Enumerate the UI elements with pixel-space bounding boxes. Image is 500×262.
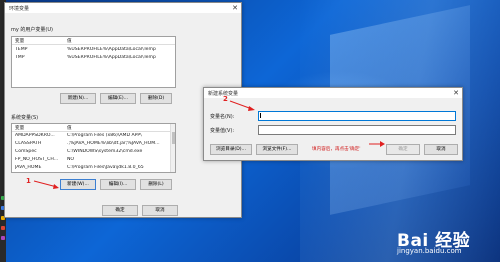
variable-name-input[interactable] [258, 111, 456, 121]
system-delete-button[interactable]: 删除(L) [140, 179, 172, 190]
annotation-arrow-icon [369, 141, 385, 147]
user-edit-button[interactable]: 编辑(E)... [100, 93, 136, 104]
scrollbar[interactable] [170, 124, 175, 172]
table-row[interactable]: TEMP %USERPROFILE%\AppData\Local\Temp [12, 47, 175, 54]
column-header-name: 变量 [15, 126, 25, 131]
var-name: TEMP [15, 47, 28, 52]
taskbar-app-icon[interactable] [1, 226, 5, 230]
annotation-arrow-icon [33, 180, 59, 189]
text-caret [260, 113, 261, 118]
annotation-arrow-icon [229, 100, 255, 111]
var-name: AMDAPPSDKRO... [15, 133, 55, 138]
list-header: 变量 值 [12, 37, 175, 45]
annotation-step-1: 1 [26, 177, 31, 185]
dialog-titlebar[interactable]: 新建系统变量 ✕ [204, 88, 462, 98]
dialog-ok-button[interactable]: 确定 [386, 144, 420, 155]
browse-file-button[interactable]: 浏览文件(F)... [256, 144, 298, 155]
table-row[interactable]: CLASSPATH .;%JAVA_HOME%\lib\dt.jar;%JAVA… [12, 141, 175, 148]
var-name: CLASSPATH [15, 141, 42, 146]
table-row[interactable]: ComSpec C:\WINDOWS\system32\cmd.exe [12, 149, 175, 156]
close-icon[interactable]: ✕ [453, 89, 459, 97]
column-header-value: 值 [67, 126, 72, 131]
variable-name-label: 变量名(N): [210, 114, 235, 120]
var-value: .;%JAVA_HOME%\lib\dt.jar;%JAVA_HOM... [67, 141, 160, 146]
hint-text: 填内容后，再点击'确定' [312, 147, 361, 152]
var-value: C:\WINDOWS\system32\cmd.exe [67, 149, 143, 154]
close-icon[interactable]: ✕ [232, 4, 238, 12]
dialog-cancel-button[interactable]: 取消 [424, 144, 458, 155]
table-row[interactable]: FP_NO_HOST_CH... NO [12, 157, 175, 164]
scrollbar-thumb[interactable] [171, 132, 175, 144]
user-new-button[interactable]: 新建(N)... [60, 93, 96, 104]
system-edit-button[interactable]: 编辑(I)... [100, 179, 136, 190]
var-value: C:\Program Files\Java\jdk1.8.0_65 [67, 165, 144, 170]
window-title: 环境变量 [9, 6, 30, 12]
browse-directory-button[interactable]: 浏览目录(D)... [210, 144, 252, 155]
ok-button[interactable]: 确定 [102, 205, 138, 216]
var-value: C:\Program Files (x86)\AMD APP\ [67, 133, 142, 138]
taskbar-app-icon[interactable] [1, 236, 5, 240]
variable-value-input[interactable] [258, 125, 456, 135]
column-header-name: 变量 [15, 39, 25, 44]
user-delete-button[interactable]: 删除(D) [140, 93, 172, 104]
column-header-value: 值 [67, 39, 72, 44]
var-name: TMP [15, 55, 25, 60]
system-vars-label: 系统变量(S) [11, 115, 39, 121]
var-value: %USERPROFILE%\AppData\Local\Temp [67, 55, 156, 60]
list-header: 变量 值 [12, 124, 175, 132]
table-row[interactable]: TMP %USERPROFILE%\AppData\Local\Temp [12, 55, 175, 62]
var-name: ComSpec [15, 149, 37, 154]
var-name: JAVA_HOME [15, 165, 42, 170]
table-row[interactable]: AMDAPPSDKRO... C:\Program Files (x86)\AM… [12, 133, 175, 140]
user-vars-list[interactable]: 变量 值 TEMP %USERPROFILE%\AppData\Local\Te… [11, 36, 176, 88]
var-name: FP_NO_HOST_CH... [15, 157, 59, 162]
user-vars-label: my 的用户变量(U) [11, 27, 53, 33]
system-new-button[interactable]: 新建(W)... [60, 179, 96, 190]
cancel-button[interactable]: 取消 [142, 205, 178, 216]
var-value: NO [67, 157, 75, 162]
watermark-url: jingyan.baidu.com [397, 247, 462, 255]
table-row[interactable]: JAVA_HOME C:\Program Files\Java\jdk1.8.0… [12, 165, 175, 172]
system-vars-list[interactable]: 变量 值 AMDAPPSDKRO... C:\Program Files (x8… [11, 123, 176, 173]
var-value: %USERPROFILE%\AppData\Local\Temp [67, 47, 156, 52]
variable-value-label: 变量值(V): [210, 128, 235, 134]
window-titlebar[interactable]: 环境变量 ✕ [5, 3, 241, 13]
